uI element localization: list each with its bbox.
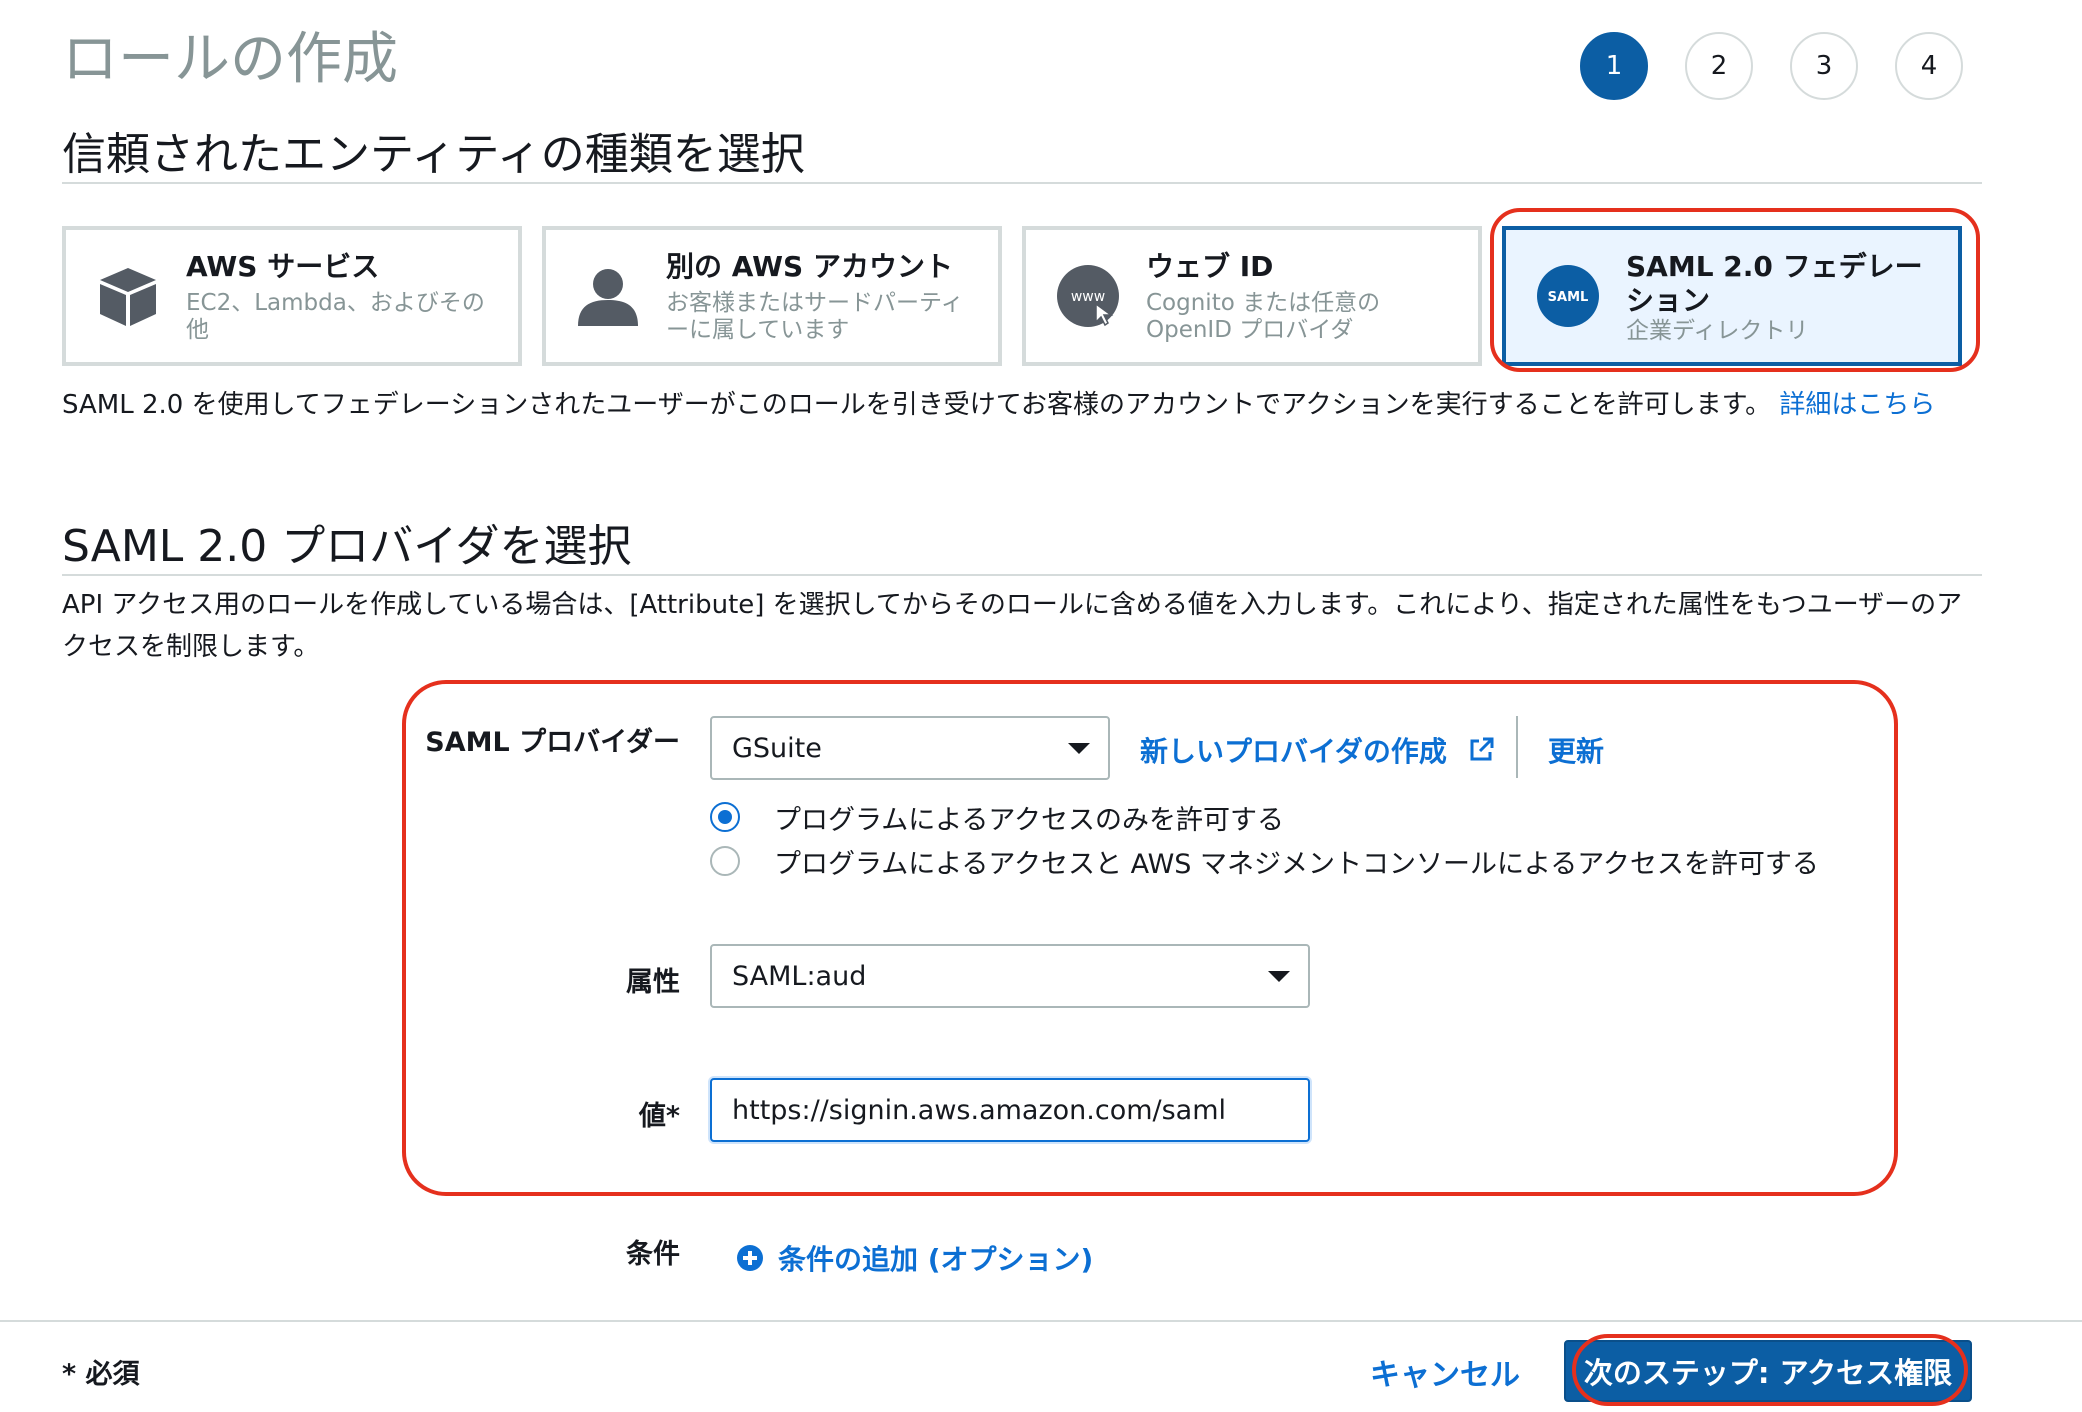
radio-programmatic[interactable]	[710, 802, 740, 832]
attribute-value: SAML:aud	[732, 960, 867, 992]
card-title: ウェブ ID	[1146, 250, 1274, 283]
card-description: Cognito または任意の OpenID プロバイダ	[1146, 290, 1381, 343]
entity-card-another-account[interactable]: 別の AWS アカウント お客様またはサードパーティーに属しています	[542, 226, 1002, 366]
value-input[interactable]: https://signin.aws.amazon.com/saml	[710, 1078, 1310, 1142]
radio-label: プログラムによるアクセスのみを許可する	[774, 805, 1285, 836]
svg-text:SAML: SAML	[1548, 290, 1589, 305]
external-link-icon	[1467, 736, 1495, 771]
learn-more-link[interactable]: 詳細はこちら	[1779, 390, 1935, 420]
add-condition-text: 条件の追加 (オプション)	[778, 1243, 1094, 1276]
cancel-button[interactable]: キャンセル	[1370, 1350, 1520, 1394]
wizard-step-4[interactable]: 4	[1895, 32, 1963, 100]
dropdown-caret-icon	[1268, 971, 1290, 982]
condition-label: 条件	[626, 1239, 680, 1270]
card-description: EC2、Lambda、およびその他	[186, 290, 485, 343]
provider-label: SAML プロバイダー	[425, 727, 680, 758]
value-label: 値*	[638, 1101, 680, 1132]
www-icon: www	[1056, 264, 1120, 328]
radio-label: プログラムによるアクセスと AWS マネジメントコンソールによるアクセスを許可す…	[774, 849, 1819, 880]
entity-description: SAML 2.0 を使用してフェデレーションされたユーザーがこのロールを引き受け…	[62, 384, 1982, 426]
create-provider-link-text: 新しいプロバイダの作成	[1140, 735, 1447, 768]
plus-circle-icon	[736, 1244, 764, 1272]
page-title: ロールの作成	[62, 27, 398, 92]
provider-select[interactable]: GSuite	[710, 716, 1110, 780]
saml-section-description: API アクセス用のロールを作成している場合は、[Attribute] を選択し…	[62, 590, 1963, 662]
entity-card-aws-service[interactable]: AWS サービス EC2、Lambda、およびその他	[62, 226, 522, 366]
entity-card-saml-federation[interactable]: SAML SAML 2.0 フェデレーション 企業ディレクトリ	[1502, 226, 1962, 366]
card-title: SAML 2.0 フェデレーション	[1626, 250, 1923, 317]
card-title: 別の AWS アカウント	[666, 250, 953, 283]
dropdown-caret-icon	[1068, 743, 1090, 754]
next-step-button[interactable]: 次のステップ: アクセス権限	[1564, 1340, 1972, 1402]
wizard-step-3[interactable]: 3	[1790, 32, 1858, 100]
cube-icon	[96, 264, 160, 328]
attribute-select[interactable]: SAML:aud	[710, 944, 1310, 1008]
attribute-label: 属性	[626, 967, 680, 998]
wizard-step-1[interactable]: 1	[1580, 32, 1648, 100]
refresh-link[interactable]: 更新	[1548, 730, 1604, 770]
divider	[62, 574, 1982, 576]
link-separator	[1516, 716, 1518, 778]
description-text: SAML 2.0 を使用してフェデレーションされたユーザーがこのロールを引き受け…	[62, 390, 1772, 420]
card-description: お客様またはサードパーティーに属しています	[666, 290, 964, 343]
footer-divider	[0, 1320, 2082, 1322]
radio-console[interactable]	[710, 846, 740, 876]
value-input-text: https://signin.aws.amazon.com/saml	[732, 1094, 1227, 1126]
card-title: AWS サービス	[186, 250, 380, 283]
svg-text:www: www	[1071, 289, 1105, 305]
entity-section-title: 信頼されたエンティティの種類を選択	[62, 129, 805, 180]
entity-card-web-identity[interactable]: www ウェブ ID Cognito または任意の OpenID プロバイダ	[1022, 226, 1482, 366]
create-provider-link[interactable]: 新しいプロバイダの作成	[1140, 730, 1495, 771]
provider-value: GSuite	[732, 732, 822, 764]
wizard-step-2[interactable]: 2	[1685, 32, 1753, 100]
card-description: 企業ディレクトリ	[1626, 318, 1809, 344]
required-note: * 必須	[62, 1359, 140, 1390]
divider	[62, 182, 1982, 184]
user-icon	[576, 264, 640, 328]
saml-icon: SAML	[1536, 264, 1600, 328]
add-condition-link[interactable]: 条件の追加 (オプション)	[736, 1238, 1093, 1278]
saml-section-title: SAML 2.0 プロバイダを選択	[62, 521, 632, 572]
